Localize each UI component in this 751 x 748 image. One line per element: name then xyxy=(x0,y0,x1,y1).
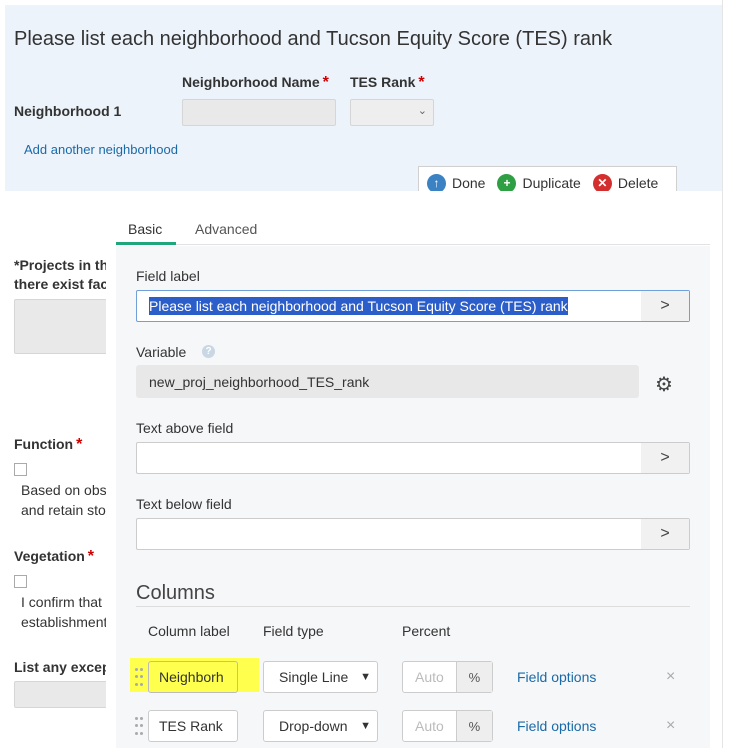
field-label-label: Field label xyxy=(136,268,200,284)
chevron-down-icon: ▼ xyxy=(360,671,371,683)
field-label-input[interactable]: Please list each neighborhood and Tucson… xyxy=(136,290,690,322)
column-header-tes-rank: TES Rank * xyxy=(350,74,425,91)
percent-input[interactable]: Auto % xyxy=(402,661,493,693)
field-label-value: Please list each neighborhood and Tucson… xyxy=(149,297,568,315)
vegetation-text-line1: I confirm that xyxy=(21,594,102,610)
function-label: Function * xyxy=(14,436,83,453)
projects-question-line1: *Projects in th xyxy=(14,257,109,273)
variable-label: Variable xyxy=(136,344,187,360)
vegetation-checkbox[interactable] xyxy=(14,575,27,588)
projects-question-line2: there exist fac xyxy=(14,276,109,292)
drag-handle-icon[interactable] xyxy=(135,717,145,737)
tab-advanced[interactable]: Advanced xyxy=(195,221,257,237)
question-title: Please list each neighborhood and Tucson… xyxy=(14,28,613,50)
row-label-neighborhood-1: Neighborhood 1 xyxy=(14,103,122,119)
chevron-down-icon: ⌄ xyxy=(417,105,427,117)
exceptions-input[interactable] xyxy=(14,681,107,708)
columns-heading: Columns xyxy=(136,582,215,604)
delete-button[interactable]: ✕ Delete xyxy=(592,173,658,193)
field-type-select[interactable]: Drop-down ▼ xyxy=(263,710,378,742)
vegetation-label: Vegetation * xyxy=(14,548,95,565)
text-above-input[interactable]: > xyxy=(136,442,690,474)
expand-arrow-button[interactable]: > xyxy=(641,291,689,321)
field-type-select[interactable]: Single Line ▼ xyxy=(263,661,378,693)
add-neighborhood-link[interactable]: Add another neighborhood xyxy=(24,142,178,157)
function-text-line1: Based on obs xyxy=(21,482,107,498)
drag-handle-icon[interactable] xyxy=(135,668,145,688)
tes-rank-select[interactable]: ⌄ xyxy=(350,99,434,126)
chevron-right-icon: > xyxy=(660,449,670,466)
column-label-header: Column label xyxy=(148,623,230,639)
vegetation-text-line2: establishment xyxy=(21,614,108,630)
percent-input[interactable]: Auto % xyxy=(402,710,493,742)
active-tab-indicator xyxy=(116,242,176,245)
column-header-neighborhood: Neighborhood Name * xyxy=(182,74,329,91)
variable-input[interactable]: new_proj_neighborhood_TES_rank xyxy=(136,365,639,398)
duplicate-button[interactable]: + Duplicate xyxy=(497,173,581,193)
function-checkbox[interactable] xyxy=(14,463,27,476)
function-text-line2: and retain sto xyxy=(21,502,106,518)
column-label-input[interactable]: TES Rank xyxy=(148,710,238,742)
columns-divider xyxy=(136,606,690,607)
projects-textarea[interactable] xyxy=(14,299,107,354)
gear-icon[interactable]: ⚙ xyxy=(655,372,673,397)
field-type-header: Field type xyxy=(263,623,324,639)
remove-column-icon[interactable]: × xyxy=(666,668,675,686)
field-options-link[interactable]: Field options xyxy=(517,669,596,685)
expand-arrow-button[interactable]: > xyxy=(641,519,689,549)
chevron-right-icon: > xyxy=(660,297,670,314)
tab-basic[interactable]: Basic xyxy=(128,221,162,237)
plus-icon: + xyxy=(497,173,517,193)
divider xyxy=(722,0,723,748)
text-below-label: Text below field xyxy=(136,496,232,512)
column-label-input[interactable]: Neighborh xyxy=(148,661,238,693)
help-icon[interactable]: ? xyxy=(202,345,215,358)
tabs-divider xyxy=(116,244,710,245)
close-icon: ✕ xyxy=(592,173,612,193)
chevron-right-icon: > xyxy=(660,525,670,542)
neighborhood-name-input[interactable] xyxy=(182,99,336,126)
done-button[interactable]: ↑ Done xyxy=(427,173,485,193)
remove-column-icon[interactable]: × xyxy=(666,717,675,735)
text-below-input[interactable]: > xyxy=(136,518,690,550)
field-options-link[interactable]: Field options xyxy=(517,718,596,734)
exceptions-label: List any excep xyxy=(14,659,111,675)
chevron-down-icon: ▼ xyxy=(360,720,371,732)
arrow-up-icon: ↑ xyxy=(427,173,446,193)
expand-arrow-button[interactable]: > xyxy=(641,443,689,473)
percent-header: Percent xyxy=(402,623,451,639)
text-above-label: Text above field xyxy=(136,420,234,436)
